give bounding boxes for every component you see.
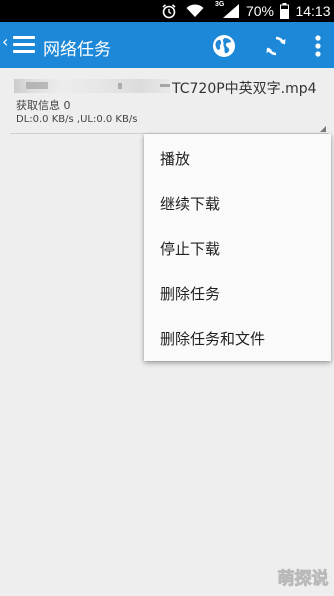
blur-mark [26, 82, 48, 89]
task-filename: TC720P中英双字.mp4 [172, 81, 317, 97]
refresh-icon[interactable] [263, 33, 289, 59]
back-chevron-icon[interactable]: ‹ [2, 32, 8, 51]
menu-item-delete-task[interactable]: 删除任务 [144, 271, 331, 316]
clock-time: 14:13 [295, 3, 331, 19]
task-list-item[interactable]: TC720P中英双字.mp4 获取信息 0 DL:0.0 KB/s ,UL:0.… [0, 68, 334, 134]
battery-icon [278, 2, 290, 20]
watermark-logo: 萌探说 [274, 563, 332, 591]
wifi-icon [185, 2, 205, 20]
task-info: 获取信息 0 [16, 99, 71, 112]
menu-item-delete-task-and-file[interactable]: 删除任务和文件 [144, 316, 331, 361]
alarm-icon [159, 2, 179, 20]
menu-item-resume-download[interactable]: 继续下载 [144, 181, 331, 226]
blur-mark [160, 84, 170, 87]
context-menu: 播放 继续下载 停止下载 删除任务 删除任务和文件 [144, 134, 331, 361]
task-speed: DL:0.0 KB/s ,UL:0.0 KB/s [16, 114, 138, 125]
signal-icon: 3G [213, 1, 241, 20]
globe-icon[interactable] [211, 33, 237, 59]
item-corner-indicator-icon [320, 126, 326, 132]
menu-item-stop-download[interactable]: 停止下载 [144, 226, 331, 271]
screen: 3G 70% 14:13 ‹ 网络任务 TC720P中英双字.mp4 获取信息 … [0, 0, 334, 596]
status-bar: 3G 70% 14:13 [0, 0, 334, 22]
page-title: 网络任务 [43, 40, 111, 60]
battery-percent: 70% [245, 3, 275, 19]
blur-mark [118, 83, 122, 89]
overflow-menu-icon[interactable] [308, 33, 328, 59]
menu-item-play[interactable]: 播放 [144, 136, 331, 181]
menu-icon[interactable] [13, 36, 35, 54]
svg-text:萌探说: 萌探说 [278, 568, 329, 589]
action-bar: ‹ 网络任务 [0, 22, 334, 68]
